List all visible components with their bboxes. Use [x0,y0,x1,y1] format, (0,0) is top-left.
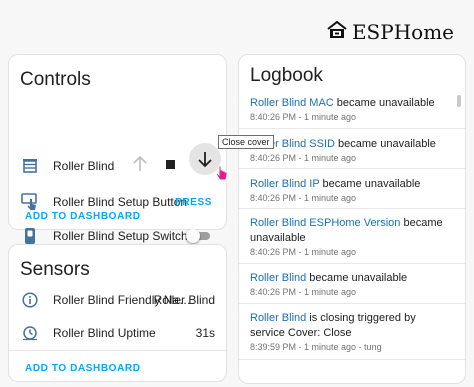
setup-switch-toggle[interactable] [186,229,212,243]
roller-blind-label: Roller Blind [53,159,115,173]
timer-outline-icon [21,324,39,342]
friendly-name-value: Roller Blind [153,293,215,307]
setup-button-label: Roller Blind Setup Button [53,195,188,209]
log-time: 8:40:26 PM - 1 minute ago [250,287,357,297]
brand-header: ESPHome [326,20,454,44]
log-message: became unavailable [334,138,436,150]
switch-icon [21,227,39,245]
open-cover-arrow-icon[interactable] [133,155,147,177]
friendly-name-row: Roller Blind Friendly Na… Roller Blind [9,288,226,312]
log-entry: Roller Blind is closing triggered by ser… [250,311,451,352]
log-divider [239,303,465,304]
esphome-logo-icon [326,20,348,44]
sensors-divider [9,350,226,351]
sensors-add-to-dashboard-button[interactable]: ADD TO DASHBOARD [25,363,141,374]
sensors-title: Sensors [20,259,90,280]
log-time: 8:40:26 PM - 1 minute ago [250,112,357,122]
log-entry: Roller Blind SSID became unavailable 8:4… [250,137,451,163]
sensors-card: Sensors Roller Blind Friendly Na… Roller… [8,244,227,382]
log-divider [239,208,465,209]
log-entity-link[interactable]: Roller Blind ESPHome Version [250,217,400,229]
log-time: 8:40:26 PM - 1 minute ago [250,247,357,257]
uptime-value: 31s [195,326,215,340]
stop-cover-icon[interactable] [166,160,175,169]
gesture-tap-button-icon [21,193,39,211]
uptime-label: Roller Blind Uptime [53,326,156,340]
log-entity-link[interactable]: Roller Blind MAC [250,97,334,109]
log-message: became unavailable [333,97,435,109]
log-divider [239,168,465,169]
controls-add-to-dashboard-button[interactable]: ADD TO DASHBOARD [25,211,141,222]
uptime-row: Roller Blind Uptime 31s [9,321,226,345]
log-entry: Roller Blind ESPHome Version became unav… [250,216,451,257]
brand-title: ESPHome [351,20,454,44]
press-button[interactable]: PRESS [175,197,212,208]
logbook-card: Logbook Roller Blind MAC became unavaila… [238,54,466,384]
log-divider [239,263,465,264]
log-divider [239,359,465,360]
log-message: became unavailable [319,178,421,190]
logbook-scrollbar[interactable] [457,95,461,107]
log-entity-link[interactable]: Roller Blind [250,312,306,324]
log-entity-link[interactable]: Roller Blind [250,272,306,284]
log-divider [239,128,465,129]
controls-title: Controls [20,69,91,90]
log-entity-link[interactable]: Roller Blind IP [250,178,320,190]
log-message: became unavailable [306,272,408,284]
logbook-title: Logbook [250,65,323,86]
close-cover-tooltip: Close cover [218,135,274,149]
log-time: 8:39:59 PM - 1 minute ago - tung [250,342,382,352]
information-outline-icon [21,291,39,309]
setup-switch-label: Roller Blind Setup Switch [53,229,188,243]
window-shutter-icon [21,157,39,175]
log-entry: Roller Blind IP became unavailable 8:40:… [250,177,451,203]
controls-card: Controls Roller Blind Roller Blind Setup… [8,54,228,253]
hand-pointer-cursor-icon [215,165,229,188]
log-entry: Roller Blind became unavailable 8:40:26 … [250,271,451,297]
arrow-down-icon [198,152,212,167]
log-entry: Roller Blind MAC became unavailable 8:40… [250,96,451,122]
log-time: 8:40:26 PM - 1 minute ago [250,193,357,203]
log-time: 8:40:26 PM - 1 minute ago [250,153,357,163]
roller-blind-row: Roller Blind [9,143,228,181]
